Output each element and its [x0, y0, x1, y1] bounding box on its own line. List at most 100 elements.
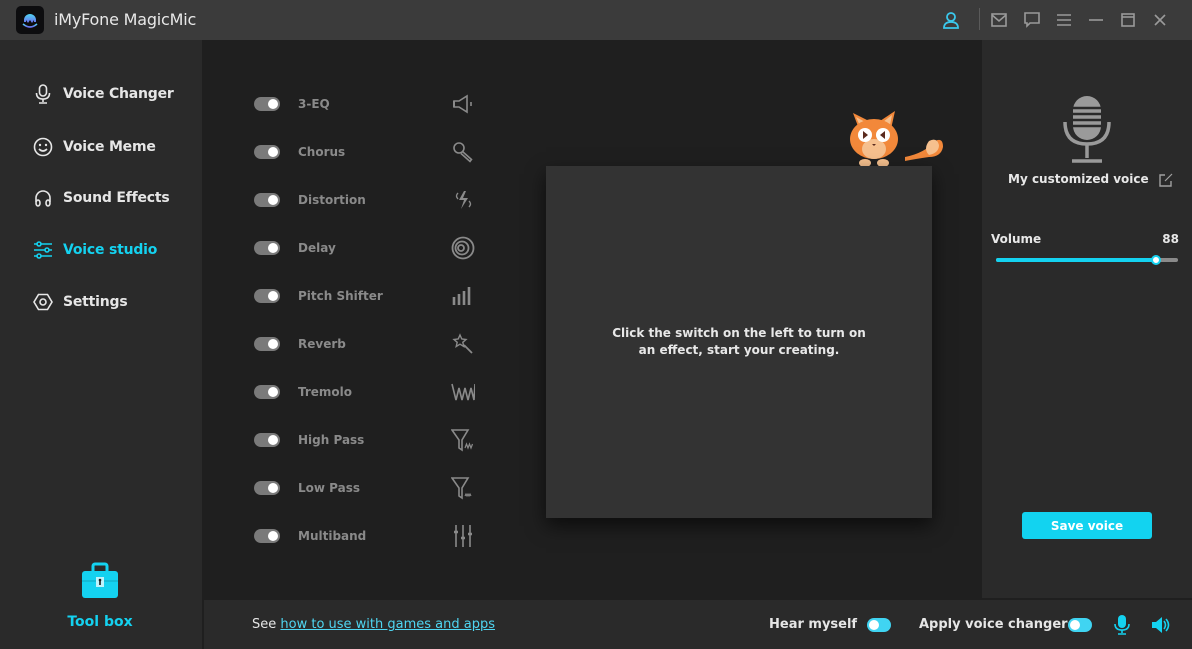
headphones-icon — [32, 187, 54, 209]
hear-myself-toggle[interactable] — [867, 618, 891, 632]
sliders-icon — [32, 239, 54, 261]
empty-state-message: Click the switch on the left to turn on … — [612, 326, 866, 357]
filter-low-icon[interactable] — [450, 476, 476, 500]
sidebar-item-voice-changer[interactable]: Voice Changer — [32, 81, 174, 107]
effect-toggle[interactable] — [254, 529, 280, 543]
toggle-knob — [268, 339, 278, 349]
effect-label: Delay — [298, 241, 336, 255]
effect-row-distortion: Distortion — [254, 188, 484, 212]
close-icon — [1154, 14, 1166, 26]
effect-label: Tremolo — [298, 385, 353, 399]
sidebar-item-label: Voice Meme — [63, 139, 156, 155]
effect-toggle[interactable] — [254, 193, 280, 207]
effect-row-chorus: Chorus — [254, 140, 484, 164]
mail-icon — [991, 13, 1007, 27]
edit-icon[interactable] — [1158, 172, 1173, 187]
voice-name: My customized voice — [1008, 172, 1173, 187]
toggle-knob — [268, 195, 278, 205]
close-button[interactable] — [1150, 10, 1170, 30]
effect-toggle[interactable] — [254, 433, 280, 447]
filter-high-icon[interactable] — [450, 428, 476, 452]
maximize-icon — [1121, 13, 1135, 27]
effect-label: Low Pass — [298, 481, 361, 495]
toggle-knob — [268, 387, 278, 397]
toggle-knob — [268, 291, 278, 301]
toolbox-button[interactable]: Tool box — [60, 562, 140, 630]
toggle-knob — [268, 99, 278, 109]
microphone-icon — [1114, 615, 1130, 635]
effect-toggle[interactable] — [254, 385, 280, 399]
microphone-icon — [32, 83, 54, 105]
effect-row-multiband: Multiband — [254, 524, 484, 548]
sidebar-item-sound-effects[interactable]: Sound Effects — [32, 185, 170, 211]
effect-label: Reverb — [298, 337, 346, 351]
sidebar-item-settings[interactable]: Settings — [32, 289, 128, 315]
menu-button[interactable] — [1054, 10, 1074, 30]
studio-microphone-icon — [1062, 94, 1112, 170]
effect-label: High Pass — [298, 433, 365, 447]
concentric-circles-icon[interactable] — [450, 236, 476, 260]
volume-slider[interactable] — [996, 255, 1178, 265]
effect-label: 3-EQ — [298, 97, 330, 111]
toolbox-label: Tool box — [67, 614, 133, 630]
lightning-waves-icon[interactable] — [450, 188, 476, 212]
effect-label: Chorus — [298, 145, 346, 159]
bars-ascending-icon[interactable] — [450, 284, 476, 308]
effect-toggle[interactable] — [254, 289, 280, 303]
microphone-handheld-icon[interactable] — [450, 140, 476, 164]
help-text: See how to use with games and apps — [252, 617, 495, 632]
speaker-button[interactable] — [1151, 615, 1171, 635]
effect-row-delay: Delay — [254, 236, 484, 260]
apply-voice-changer-toggle[interactable] — [1068, 618, 1092, 632]
toggle-knob — [268, 483, 278, 493]
speaker-volume-icon — [1152, 617, 1170, 633]
account-button[interactable] — [941, 10, 961, 30]
sidebar-item-voice-studio[interactable]: Voice studio — [32, 237, 157, 263]
effect-row-tremolo: Tremolo — [254, 380, 484, 404]
equalizer-sliders-icon[interactable] — [450, 524, 476, 548]
effects-list: 3-EQ Chorus Distortion Delay Pitch Shift… — [202, 40, 532, 600]
feedback-button[interactable] — [1022, 10, 1042, 30]
effect-toggle[interactable] — [254, 481, 280, 495]
hear-myself-label: Hear myself — [769, 617, 858, 632]
toggle-knob — [268, 147, 278, 157]
smiley-icon — [32, 136, 54, 158]
minimize-button[interactable] — [1086, 10, 1106, 30]
volume-value: 88 — [1162, 232, 1179, 246]
mail-button[interactable] — [989, 10, 1009, 30]
sidebar-item-label: Voice studio — [63, 242, 158, 258]
magic-wand-icon[interactable] — [450, 332, 476, 356]
zigzag-wave-icon[interactable] — [450, 380, 476, 404]
chat-icon — [1024, 12, 1040, 28]
title-bar: iMyFone MagicMic — [0, 0, 1192, 40]
effect-row-low-pass: Low Pass — [254, 476, 484, 500]
effect-label: Multiband — [298, 529, 367, 543]
games-apps-help-link[interactable]: how to use with games and apps — [280, 617, 495, 632]
right-panel: My customized voice Volume 88 Save voice — [982, 40, 1192, 598]
effect-row-reverb: Reverb — [254, 332, 484, 356]
speaker-icon[interactable] — [450, 92, 476, 116]
effect-toggle[interactable] — [254, 337, 280, 351]
slider-thumb[interactable] — [1151, 255, 1162, 265]
save-voice-button[interactable]: Save voice — [1022, 512, 1152, 539]
microphone-button[interactable] — [1112, 615, 1132, 635]
volume-label: Volume — [991, 232, 1042, 246]
effect-row-pitch-shifter: Pitch Shifter — [254, 284, 484, 308]
effect-toggle[interactable] — [254, 97, 280, 111]
sidebar-item-label: Sound Effects — [63, 190, 170, 206]
app-title: iMyFone MagicMic — [54, 10, 197, 29]
maximize-button[interactable] — [1118, 10, 1138, 30]
help-prefix: See — [252, 617, 277, 632]
app-logo-icon — [16, 6, 44, 34]
orange-cat-mascot — [843, 105, 945, 167]
slider-fill — [996, 258, 1157, 262]
toolbox-icon — [82, 562, 118, 598]
effect-toggle[interactable] — [254, 241, 280, 255]
toggle-knob — [869, 620, 879, 630]
effect-label: Distortion — [298, 193, 366, 207]
toggle-knob — [1070, 620, 1080, 630]
effect-label: Pitch Shifter — [298, 289, 383, 303]
effect-toggle[interactable] — [254, 145, 280, 159]
effect-row-3-eq: 3-EQ — [254, 92, 484, 116]
sidebar-item-voice-meme[interactable]: Voice Meme — [32, 134, 156, 160]
